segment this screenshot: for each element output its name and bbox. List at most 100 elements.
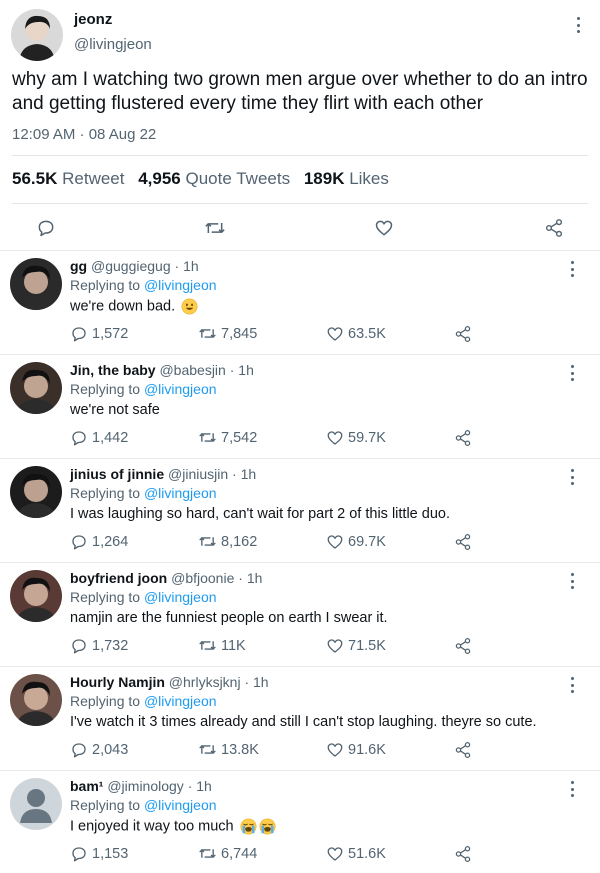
reply-text-content: we're not safe — [70, 402, 160, 418]
more-options-icon[interactable] — [564, 780, 580, 798]
replying-to-label: Replying to — [70, 485, 141, 501]
avatar[interactable] — [10, 466, 62, 518]
reply-header: gg @guggiegug · 1h — [70, 258, 199, 274]
retweet-button[interactable]: 13.8K — [198, 741, 259, 758]
like-icon[interactable] — [374, 218, 394, 238]
like-icon — [327, 743, 343, 757]
retweet-icon[interactable] — [204, 218, 226, 238]
reply-text: we're not safe — [70, 402, 160, 418]
reply-author-name[interactable]: jinius of jinnie — [70, 466, 164, 482]
reply-time[interactable]: · 1h — [175, 258, 199, 274]
retweet-button[interactable]: 8,162 — [198, 533, 257, 550]
reply-time[interactable]: · 1h — [232, 466, 256, 482]
retweet-button[interactable]: 7,542 — [198, 429, 257, 446]
likes-count: 189K — [303, 169, 345, 188]
reply-button[interactable]: 1,442 — [70, 429, 128, 447]
reply-icon[interactable] — [36, 218, 56, 238]
quote-count: 4,956 — [138, 169, 181, 188]
share-icon — [455, 534, 471, 550]
like-button[interactable]: 91.6K — [326, 741, 386, 759]
share-button[interactable] — [454, 637, 476, 655]
reply-author-handle[interactable]: @bfjoonie — [171, 570, 234, 586]
tweet-timestamp[interactable]: 12:09 AM · 08 Aug 22 — [12, 126, 156, 143]
retweet-button[interactable]: 6,744 — [198, 845, 257, 862]
more-options-icon[interactable] — [564, 364, 580, 382]
like-button[interactable]: 71.5K — [326, 637, 386, 655]
retweet-count: 7,542 — [221, 429, 258, 446]
avatar[interactable] — [10, 362, 62, 414]
reply-author-name[interactable]: boyfriend joon — [70, 570, 167, 586]
reply-tweet[interactable]: Jin, the baby @babesjin · 1h Replying to… — [0, 354, 600, 458]
more-options-icon[interactable] — [564, 676, 580, 694]
quote-label: Quote Tweets — [185, 169, 291, 188]
retweet-button[interactable]: 11K — [198, 637, 246, 654]
reply-button[interactable]: 1,264 — [70, 533, 128, 551]
reply-author-handle[interactable]: @hrlyksjknj — [169, 674, 241, 690]
divider — [12, 155, 588, 156]
like-button[interactable]: 63.5K — [326, 325, 386, 343]
like-button[interactable]: 69.7K — [326, 533, 386, 551]
avatar[interactable] — [10, 674, 62, 726]
share-button[interactable] — [454, 845, 476, 863]
likes-label: Likes — [349, 169, 389, 188]
replying-to: Replying to @livingjeon — [70, 797, 217, 813]
retweet-stat[interactable]: 56.5K Retweet — [12, 169, 124, 188]
avatar[interactable] — [11, 9, 63, 61]
avatar[interactable] — [10, 778, 62, 830]
reply-author-name[interactable]: bam¹ — [70, 778, 103, 794]
like-button[interactable]: 59.7K — [326, 429, 386, 447]
reply-icon — [72, 743, 86, 758]
reply-tweet[interactable]: jinius of jinnie @jiniusjin · 1h Replyin… — [0, 458, 600, 562]
replying-to-link[interactable]: @livingjeon — [144, 693, 217, 709]
reply-author-handle[interactable]: @guggiegug — [91, 258, 171, 274]
reply-time[interactable]: · 1h — [188, 778, 212, 794]
author-name[interactable]: jeonz — [74, 11, 112, 28]
reply-author-name[interactable]: Hourly Namjin — [70, 674, 165, 690]
replying-to-link[interactable]: @livingjeon — [144, 589, 217, 605]
replying-to-link[interactable]: @livingjeon — [144, 381, 217, 397]
share-icon[interactable] — [543, 218, 565, 238]
share-button[interactable] — [454, 325, 476, 343]
quote-stat[interactable]: 4,956 Quote Tweets — [138, 169, 290, 188]
reply-time[interactable]: · 1h — [230, 362, 254, 378]
retweet-icon — [199, 433, 216, 442]
replying-to-link[interactable]: @livingjeon — [144, 797, 217, 813]
reply-tweet[interactable]: gg @guggiegug · 1h Replying to @livingje… — [0, 250, 600, 354]
avatar[interactable] — [10, 258, 62, 310]
reply-tweet[interactable]: Hourly Namjin @hrlyksjknj · 1h Replying … — [0, 666, 600, 770]
retweet-count: 6,744 — [221, 845, 258, 862]
replying-to-link[interactable]: @livingjeon — [144, 485, 217, 501]
reply-header: jinius of jinnie @jiniusjin · 1h — [70, 466, 256, 482]
reply-actions: 1,572 7,845 63.5K — [0, 325, 600, 345]
avatar[interactable] — [10, 570, 62, 622]
engagement-stats: 56.5K Retweet 4,956 Quote Tweets 189K Li… — [12, 169, 398, 189]
reply-button[interactable]: 1,572 — [70, 325, 128, 343]
reply-tweet[interactable]: bam¹ @jiminology · 1h Replying to @livin… — [0, 770, 600, 873]
replying-to: Replying to @livingjeon — [70, 589, 217, 605]
share-button[interactable] — [454, 429, 476, 447]
reply-author-handle[interactable]: @jiniusjin — [168, 466, 228, 482]
more-options-icon[interactable] — [564, 572, 580, 590]
share-button[interactable] — [454, 533, 476, 551]
reply-actions: 1,442 7,542 59.7K — [0, 429, 600, 449]
reply-button[interactable]: 1,732 — [70, 637, 128, 655]
more-options-icon[interactable] — [564, 260, 580, 278]
reply-button[interactable]: 2,043 — [70, 741, 128, 759]
share-button[interactable] — [454, 741, 476, 759]
like-icon — [327, 535, 343, 549]
more-options-icon[interactable] — [570, 16, 586, 34]
reply-author-handle[interactable]: @babesjin — [159, 362, 225, 378]
reply-time[interactable]: · 1h — [244, 674, 268, 690]
reply-author-handle[interactable]: @jiminology — [107, 778, 183, 794]
reply-author-name[interactable]: gg — [70, 258, 87, 274]
reply-time[interactable]: · 1h — [238, 570, 262, 586]
reply-button[interactable]: 1,153 — [70, 845, 128, 863]
reply-tweet[interactable]: boyfriend joon @bfjoonie · 1h Replying t… — [0, 562, 600, 666]
author-handle[interactable]: @livingjeon — [74, 36, 152, 53]
reply-author-name[interactable]: Jin, the baby — [70, 362, 156, 378]
replying-to-link[interactable]: @livingjeon — [144, 277, 217, 293]
like-button[interactable]: 51.6K — [326, 845, 386, 863]
more-options-icon[interactable] — [564, 468, 580, 486]
retweet-button[interactable]: 7,845 — [198, 325, 257, 342]
likes-stat[interactable]: 189K Likes — [304, 169, 389, 188]
